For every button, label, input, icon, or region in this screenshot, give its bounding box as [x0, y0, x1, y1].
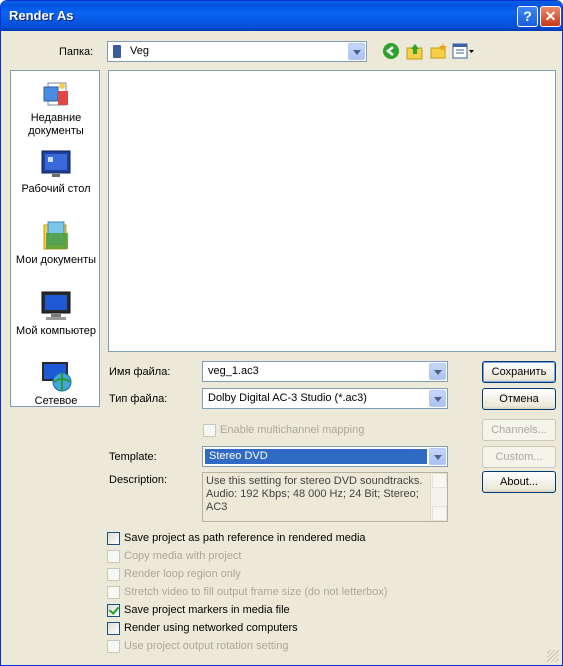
checkbox-box[interactable] [107, 568, 120, 581]
template-dropdown[interactable]: Stereo DVD [202, 446, 448, 467]
my-computer-icon [40, 290, 72, 322]
place-label: Недавние документы [28, 112, 84, 137]
place-label: Сетевое [34, 395, 78, 407]
template-value: Stereo DVD [209, 450, 268, 462]
place-recent-documents[interactable]: Недавние документы [11, 77, 101, 138]
network-icon [40, 360, 72, 392]
checkbox-box[interactable] [107, 532, 120, 545]
channels-button[interactable]: Channels... [482, 419, 556, 441]
filename-label: Имя файла: [109, 366, 171, 378]
places-bar: Недавние документы Рабочий стол Мои доку… [10, 70, 100, 407]
multichannel-label: Enable multichannel mapping [220, 424, 365, 436]
option-label: Stretch video to fill output frame size … [124, 586, 388, 598]
custom-button[interactable]: Custom... [482, 446, 556, 468]
description-text: Use this setting for stereo DVD soundtra… [206, 475, 423, 513]
place-my-computer[interactable]: Мой компьютер [11, 290, 101, 338]
option-label: Copy media with project [124, 550, 242, 562]
template-label: Template: [109, 451, 157, 463]
option-label: Save project as path reference in render… [124, 532, 366, 544]
option-label: Save project markers in media file [124, 604, 290, 616]
place-network[interactable]: Сетевое [11, 360, 101, 408]
render-as-dialog: Render As ? ✕ Папка: Veg Недавние докуме… [0, 0, 563, 666]
up-folder-icon[interactable] [405, 42, 425, 60]
option-label: Render using networked computers [124, 622, 298, 634]
place-label: Рабочий стол [21, 183, 91, 195]
recent-documents-icon [40, 77, 72, 109]
place-label: Мои документы [15, 254, 97, 266]
template-selection: Stereo DVD [205, 449, 427, 464]
lookin-value: Veg [130, 45, 149, 57]
filetype-label: Тип файла: [109, 393, 168, 405]
lookin-dropdown[interactable]: Veg [107, 41, 367, 62]
new-folder-icon[interactable] [429, 42, 449, 60]
checkbox-box[interactable] [107, 550, 120, 563]
checkbox-box[interactable] [107, 640, 120, 653]
checkbox-box[interactable] [107, 604, 120, 617]
place-label: Мой компьютер [15, 325, 97, 337]
save-button[interactable]: Сохранить [482, 361, 556, 383]
description-scrollbar[interactable] [430, 473, 447, 521]
about-button[interactable]: About... [482, 471, 556, 493]
my-documents-icon [40, 219, 72, 251]
option-label: Render loop region only [124, 568, 241, 580]
desktop-icon [40, 148, 72, 180]
description-box: Use this setting for stereo DVD soundtra… [202, 472, 448, 522]
filename-input[interactable]: veg_1.ac3 [202, 361, 448, 382]
checkbox-box[interactable] [107, 622, 120, 635]
chevron-down-icon[interactable] [429, 390, 446, 407]
filetype-value: Dolby Digital AC-3 Studio (*.ac3) [208, 392, 367, 404]
file-list[interactable] [108, 70, 556, 352]
chevron-down-icon[interactable] [429, 448, 446, 465]
place-my-documents[interactable]: Мои документы [11, 219, 101, 267]
cancel-button[interactable]: Отмена [482, 388, 556, 410]
scroll-down-icon[interactable] [432, 506, 447, 521]
view-menu-icon[interactable] [452, 42, 476, 60]
back-icon[interactable] [382, 42, 402, 60]
filename-value: veg_1.ac3 [208, 365, 259, 377]
scroll-up-icon[interactable] [432, 473, 447, 488]
chevron-down-icon[interactable] [429, 363, 446, 380]
resize-grip[interactable] [547, 650, 559, 662]
title-bar[interactable]: Render As ? ✕ [1, 1, 562, 31]
place-desktop[interactable]: Рабочий стол [11, 148, 101, 196]
folder-icon [113, 45, 121, 58]
chevron-down-icon[interactable] [348, 43, 365, 60]
dialog-title: Render As [9, 8, 74, 23]
checkbox-box[interactable] [203, 424, 216, 437]
checkbox-box[interactable] [107, 586, 120, 599]
close-button[interactable]: ✕ [540, 6, 561, 27]
help-button[interactable]: ? [517, 6, 538, 27]
description-label: Description: [109, 474, 168, 486]
lookin-label: Папка: [59, 46, 94, 58]
filetype-dropdown[interactable]: Dolby Digital AC-3 Studio (*.ac3) [202, 388, 448, 409]
option-label: Use project output rotation setting [124, 640, 289, 652]
